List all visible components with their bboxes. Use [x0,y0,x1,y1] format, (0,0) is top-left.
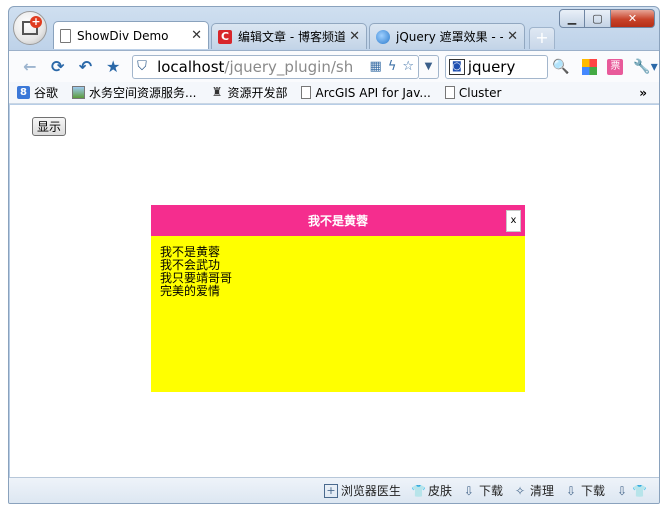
refresh-icon[interactable]: ⟳ [47,56,69,78]
undo-icon[interactable]: ↶ [75,56,97,78]
download-icon: ⇩ [616,483,628,498]
bookmarks-overflow-button[interactable]: » [639,86,647,100]
page-content: 显示 我不是黄蓉 x 我不是黄蓉 我不会武功 我只要靖哥哥 完美的爱情 [10,105,659,477]
browser-doctor-button[interactable]: + 浏览器医生 [323,482,401,499]
status-label: 下载 [478,484,503,498]
window-controls: ▁ ▢ ✕ [559,9,655,28]
jquery-site-icon [376,29,390,44]
document-icon [301,86,312,99]
download-button-2[interactable]: ⇩ 下载 [564,482,605,499]
bookmark-google[interactable]: 8 谷歌 [17,84,58,101]
modal-close-button[interactable]: x [506,210,521,232]
document-icon [444,86,455,99]
show-button[interactable]: 显示 [32,117,67,136]
download-icon: ⇩ [463,483,474,498]
modal-dialog: 我不是黄蓉 x 我不是黄蓉 我不会武功 我只要靖哥哥 完美的爱情 [151,205,525,392]
bookmarks-bar: 8 谷歌 水务空间资源服务... ♜ 资源开发部 ArcGIS API for … [9,82,659,104]
lightning-icon[interactable]: ϟ [388,59,397,74]
status-bar: + 浏览器医生 👕 皮肤 ⇩ 下载 ✧ 清理 ⇩ 下载 ⇩ 👕 [9,477,659,503]
search-icon[interactable]: 🔍 [550,55,572,79]
skin-button[interactable]: 👕 皮肤 [411,482,452,499]
chevron-down-icon[interactable]: ▼ [419,54,439,79]
status-label: 浏览器医生 [340,484,401,498]
picture-icon [72,86,86,99]
maximize-icon[interactable]: ▢ [585,9,611,28]
url-path: /jquery_plugin/sh [224,57,354,76]
url-host: localhost [157,57,225,76]
search-input[interactable]: ◙ jquery [444,54,548,79]
status-label: 下载 [580,484,605,498]
close-icon[interactable]: ✕ [507,29,518,44]
tab-strip: ShowDiv Demo ✕ C 编辑文章 - 博客频道 - ✕ jQuery … [53,21,555,49]
status-extra-button[interactable]: ⇩ 👕 [615,484,649,498]
ticket-icon[interactable]: 票 [607,58,624,75]
modal-body: 我不是黄蓉 我不会武功 我只要靖哥哥 完美的爱情 [151,236,525,298]
close-icon[interactable]: ✕ [191,28,202,43]
bookmark-star-icon[interactable]: ★ [102,56,124,78]
search-engine-icon[interactable]: ◙ [448,58,465,75]
tab-showdiv-demo[interactable]: ShowDiv Demo ✕ [53,21,209,49]
modal-title: 我不是黄蓉 [307,214,368,228]
modal-header: 我不是黄蓉 x [151,205,525,236]
broom-icon: ✧ [514,483,525,498]
bookmark-label: 资源开发部 [227,86,288,100]
favorite-star-icon[interactable]: ☆ [402,59,414,74]
browser-window: + ShowDiv Demo ✕ C 编辑文章 - 博客频道 - ✕ jQuer… [8,6,660,504]
bookmark-water-resources[interactable]: 水务空间资源服务... [72,84,196,101]
csdn-icon: C [218,29,232,44]
navigation-bar: ← ⟳ ↶ ★ ⛉ localhost/jquery_plugin/sh ▦ ϟ… [9,50,659,82]
bookmark-cluster[interactable]: Cluster [444,85,502,100]
bookmark-label: 水务空间资源服务... [89,86,197,100]
browser-logo-icon[interactable]: + [13,11,47,45]
tab-jquery-mask[interactable]: jQuery 遮罩效果 - - I ✕ [369,23,525,49]
google-8-icon: 8 [17,86,30,99]
tab-title: jQuery 遮罩效果 - - I [396,30,504,44]
download-icon: ⇩ [565,483,577,498]
security-shield-icon: ⛉ [137,58,147,74]
wrench-menu-icon[interactable]: 🔧▾ [633,59,659,75]
app-grid-icon[interactable] [581,58,598,75]
download-button[interactable]: ⇩ 下载 [462,482,503,499]
minimize-icon[interactable]: ▁ [559,9,585,28]
qr-code-icon[interactable]: ▦ [370,59,382,74]
shirt-icon: 👕 [632,483,647,498]
search-input-value: jquery [467,57,516,76]
cleanup-button[interactable]: ✧ 清理 [513,482,554,499]
person-icon: ♜ [211,85,223,99]
modal-line: 完美的爱情 [160,284,221,298]
close-icon[interactable]: ✕ [349,29,360,44]
bookmark-resource-dev[interactable]: ♜ 资源开发部 [210,84,288,101]
status-label: 皮肤 [427,484,452,498]
bookmark-label: ArcGIS API for Jav... [315,85,431,100]
new-tab-button[interactable]: + [529,27,555,49]
tab-title: 编辑文章 - 博客频道 - [238,30,346,44]
status-label: 清理 [529,484,554,498]
window-close-icon[interactable]: ✕ [611,9,655,28]
back-arrow-icon[interactable]: ← [19,56,41,78]
bookmark-label: Cluster [458,85,502,100]
shirt-icon: 👕 [410,483,426,498]
tab-edit-article[interactable]: C 编辑文章 - 博客频道 - ✕ [211,23,367,49]
document-icon [60,28,71,43]
doctor-plus-icon: + [323,483,338,498]
tab-title: ShowDiv Demo [77,28,169,43]
bookmark-arcgis[interactable]: ArcGIS API for Jav... [301,85,431,100]
bookmark-label: 谷歌 [34,86,59,100]
address-bar[interactable]: ⛉ localhost/jquery_plugin/sh ▦ ϟ ☆ [132,54,420,79]
